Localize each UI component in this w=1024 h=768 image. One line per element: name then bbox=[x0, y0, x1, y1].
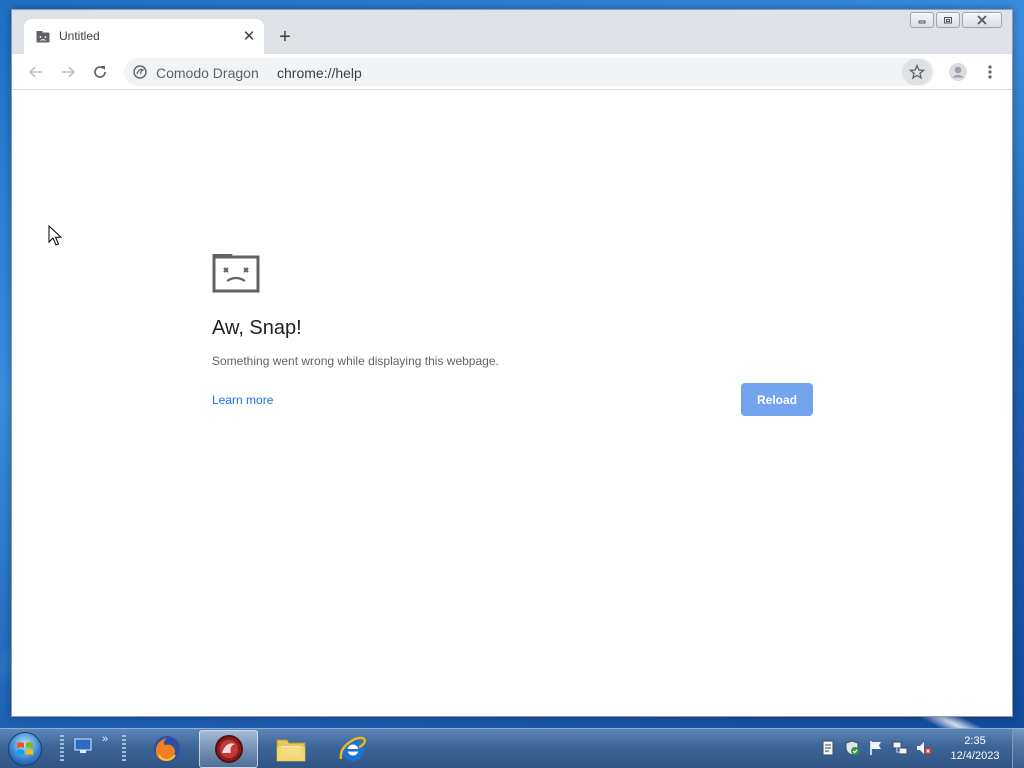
address-bar[interactable]: Comodo Dragon chrome://help bbox=[124, 58, 934, 86]
sad-tab-icon bbox=[212, 254, 260, 293]
bookmark-button[interactable] bbox=[902, 59, 932, 85]
close-tab-button[interactable]: ✕ bbox=[239, 26, 259, 46]
forward-arrow-icon bbox=[62, 66, 76, 78]
sad-tab-icon bbox=[36, 31, 50, 43]
network-icon[interactable] bbox=[892, 740, 908, 756]
taskbar: » 2:35 12/4/2023 bbox=[0, 728, 1024, 768]
restore-icon bbox=[944, 17, 952, 24]
reload-button[interactable]: Reload bbox=[741, 383, 813, 416]
learn-more-link[interactable]: Learn more bbox=[212, 393, 273, 407]
back-button[interactable] bbox=[24, 60, 48, 84]
error-message: Something went wrong while displaying th… bbox=[212, 354, 499, 368]
omnibox-brand: Comodo Dragon bbox=[156, 65, 259, 81]
dragon-icon bbox=[133, 65, 147, 79]
folder-icon bbox=[276, 739, 305, 762]
action-center-flag-icon[interactable] bbox=[868, 740, 884, 756]
volume-muted-icon[interactable] bbox=[916, 740, 932, 756]
taskbar-internet-explorer[interactable] bbox=[323, 730, 382, 768]
new-tab-button[interactable]: + bbox=[274, 26, 296, 48]
show-desktop-icon[interactable] bbox=[74, 738, 92, 754]
toolbar: Comodo Dragon chrome://help bbox=[12, 54, 1012, 90]
reload-toolbar-button[interactable] bbox=[88, 60, 112, 84]
security-shield-icon[interactable] bbox=[844, 740, 860, 756]
clock-date: 12/4/2023 bbox=[950, 750, 1000, 762]
tab-title: Untitled bbox=[59, 29, 100, 43]
system-tray bbox=[820, 740, 932, 756]
back-arrow-icon bbox=[28, 66, 42, 78]
profile-icon bbox=[949, 63, 967, 81]
kebab-menu-icon bbox=[988, 65, 992, 79]
page-content: Aw, Snap! Something went wrong while dis… bbox=[12, 91, 1012, 716]
ie-icon bbox=[339, 736, 366, 761]
menu-button[interactable] bbox=[978, 60, 1002, 84]
forward-button[interactable] bbox=[56, 60, 80, 84]
toolbar-grip[interactable] bbox=[60, 735, 64, 763]
clock[interactable]: 2:35 12/4/2023 bbox=[944, 734, 1006, 764]
taskbar-comodo-dragon[interactable] bbox=[199, 730, 258, 768]
show-desktop-button[interactable] bbox=[1012, 729, 1024, 768]
window-controls bbox=[910, 12, 1002, 28]
windows-logo-icon bbox=[17, 742, 33, 755]
taskbar-firefox[interactable] bbox=[137, 730, 196, 768]
quick-launch-chevron-icon[interactable]: » bbox=[102, 733, 108, 745]
start-button[interactable] bbox=[5, 730, 45, 768]
reload-icon bbox=[94, 66, 106, 78]
close-window-button[interactable] bbox=[962, 12, 1002, 28]
firefox-icon bbox=[153, 736, 180, 762]
profile-button[interactable] bbox=[946, 60, 970, 84]
tab-strip: Untitled ✕ + bbox=[12, 10, 1012, 54]
clock-time: 2:35 bbox=[964, 735, 986, 747]
star-icon bbox=[909, 64, 925, 80]
taskbar-file-explorer[interactable] bbox=[261, 730, 320, 768]
mouse-cursor-icon bbox=[48, 225, 62, 246]
omnibox-url[interactable]: chrome://help bbox=[277, 65, 362, 81]
close-icon bbox=[977, 15, 987, 25]
windows-orb-icon bbox=[8, 732, 42, 766]
dragon-icon bbox=[214, 735, 243, 763]
minimize-button[interactable] bbox=[910, 12, 934, 28]
tab-untitled[interactable]: Untitled ✕ bbox=[24, 19, 264, 54]
maximize-button[interactable] bbox=[936, 12, 960, 28]
browser-window: Untitled ✕ + Comodo Dragon chrome://help… bbox=[11, 9, 1013, 717]
notes-icon[interactable] bbox=[820, 740, 836, 756]
toolbar-grip[interactable] bbox=[122, 735, 126, 763]
minimize-icon bbox=[918, 20, 926, 24]
error-title: Aw, Snap! bbox=[212, 317, 302, 339]
